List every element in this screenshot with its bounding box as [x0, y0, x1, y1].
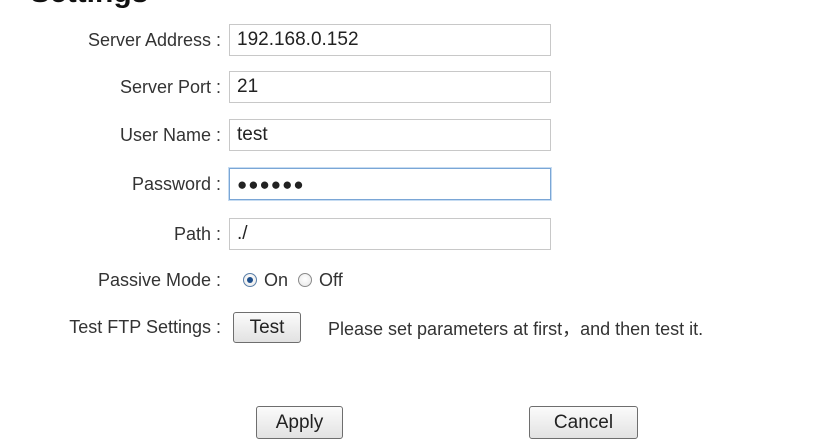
path-label: Path : [173, 224, 221, 244]
server-address-label: Server Address : [87, 30, 221, 50]
user-name-field[interactable]: test [229, 119, 551, 151]
server-port-field[interactable]: 21 [229, 71, 551, 103]
passive-mode-label: Passive Mode : [97, 270, 221, 290]
passive-mode-off-label[interactable]: Off [319, 270, 343, 291]
test-button[interactable]: Test [233, 312, 301, 343]
test-hint-text: Please set parameters at first，and then … [328, 319, 704, 339]
server-address-field[interactable]: 192.168.0.152 [229, 24, 551, 56]
password-label: Password : [131, 174, 221, 194]
passive-mode-on-label[interactable]: On [264, 270, 288, 291]
page-title: Settings [30, 0, 148, 8]
path-field[interactable]: ./ [229, 218, 551, 250]
cancel-button[interactable]: Cancel [529, 406, 638, 439]
passive-mode-off-radio[interactable] [298, 273, 313, 287]
apply-button[interactable]: Apply [256, 406, 343, 439]
passive-mode-radio-group: On Off [243, 268, 353, 292]
passive-mode-on-radio[interactable] [243, 273, 257, 287]
ftp-settings-page: Settings Server Address : 192.168.0.152 … [0, 0, 831, 446]
header-strip: Settings [0, 0, 831, 9]
server-port-label: Server Port : [119, 77, 221, 97]
test-ftp-label: Test FTP Settings : [69, 317, 221, 337]
password-field[interactable]: ●●●●●● [229, 168, 551, 200]
user-name-label: User Name : [119, 125, 221, 145]
